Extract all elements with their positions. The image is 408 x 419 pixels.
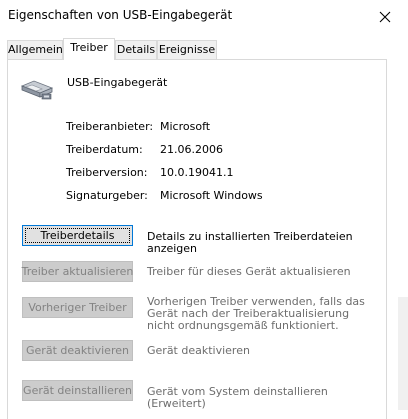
close-icon (379, 11, 391, 22)
driver-version-value: 10.0.19041.1 (160, 166, 234, 179)
roll-back-driver-button[interactable]: Vorheriger Treiber (22, 297, 133, 318)
digital-signer-label: Signaturgeber: (66, 189, 148, 202)
driver-date-label: Treiberdatum: (66, 143, 143, 156)
update-driver-button[interactable]: Treiber aktualisieren (22, 261, 133, 282)
tab-strip: Allgemein Treiber Details Ereignisse (7, 38, 401, 60)
driver-details-description: Details zu installierten Treiberdateien … (147, 230, 353, 255)
window-edge (387, 59, 408, 410)
roll-back-driver-button-label: Vorheriger Treiber (28, 301, 127, 314)
disable-device-description: Gerät deaktivieren (147, 344, 250, 357)
driver-provider-label: Treiberanbieter: (66, 120, 154, 133)
tab-label: Details (116, 43, 156, 56)
tab-allgemein[interactable]: Allgemein (7, 40, 63, 59)
tab-label: Allgemein (8, 43, 63, 56)
uninstall-device-description: Gerät vom System deinstallieren (Erweite… (147, 385, 328, 410)
update-driver-description: Treiber für dieses Gerät aktualisieren (147, 265, 351, 278)
update-driver-button-label: Treiber aktualisieren (21, 265, 134, 278)
driver-details-button[interactable]: Treiberdetails (22, 225, 133, 246)
tab-ereignisse[interactable]: Ereignisse (157, 40, 217, 59)
tab-treiber[interactable]: Treiber (63, 38, 115, 60)
usb-device-icon (20, 80, 54, 100)
uninstall-device-button-label: Gerät deinstallieren (23, 384, 132, 397)
driver-version-label: Treiberversion: (66, 166, 148, 179)
driver-date-value: 21.06.2006 (160, 143, 223, 156)
disable-device-button[interactable]: Gerät deaktivieren (22, 340, 133, 361)
device-name: USB-Eingabegerät (67, 76, 168, 89)
uninstall-device-button[interactable]: Gerät deinstallieren (22, 380, 133, 401)
tab-details[interactable]: Details (115, 40, 157, 59)
digital-signer-value: Microsoft Windows (160, 189, 263, 202)
tab-label: Ereignisse (158, 43, 216, 56)
driver-provider-value: Microsoft (160, 120, 211, 133)
disable-device-button-label: Gerät deaktivieren (26, 344, 129, 357)
close-button[interactable] (362, 0, 408, 33)
title-bar: Eigenschaften von USB-Eingabegerät (0, 0, 408, 33)
roll-back-driver-description: Vorherigen Treiber verwenden, falls das … (147, 295, 365, 332)
window-title: Eigenschaften von USB-Eingabegerät (8, 8, 233, 22)
tab-label: Treiber (70, 41, 108, 54)
